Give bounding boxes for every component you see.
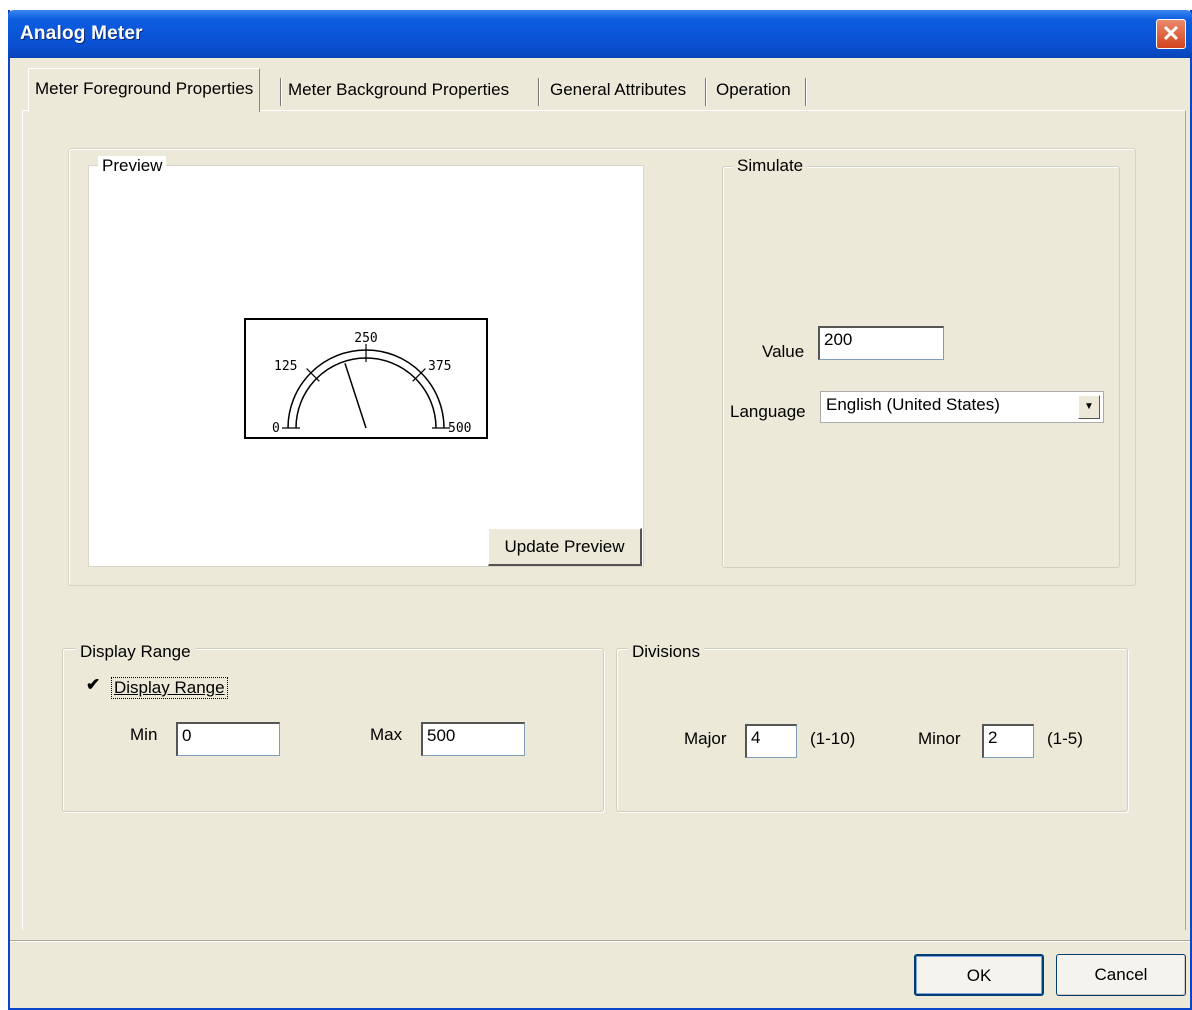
meter-gauge-svg: 0 125 250 375 500: [272, 331, 471, 436]
window-title: Analog Meter: [20, 23, 143, 44]
minor-input[interactable]: 2: [982, 724, 1034, 758]
cancel-button[interactable]: Cancel: [1056, 954, 1186, 996]
simulate-group: [722, 166, 1120, 568]
meter-tick-label: 500: [448, 421, 471, 436]
major-label: Major: [684, 729, 727, 748]
min-label: Min: [130, 725, 158, 744]
meter-tick-label: 125: [274, 359, 297, 374]
tab-separator: [705, 78, 706, 106]
meter-tick-label: 375: [428, 359, 451, 374]
bottom-separator: [10, 940, 1190, 942]
max-input[interactable]: 500: [421, 722, 525, 756]
close-icon[interactable]: ✕: [1156, 19, 1186, 49]
value-label: Value: [762, 342, 805, 361]
tab-separator: [805, 78, 806, 106]
language-select-value: English (United States): [826, 395, 1000, 414]
title-bar[interactable]: Analog Meter ✕: [8, 10, 1192, 58]
ok-button[interactable]: OK: [914, 954, 1044, 996]
major-range-hint: (1-10): [810, 729, 856, 748]
max-label: Max: [370, 725, 403, 744]
language-select[interactable]: English (United States) ▼: [820, 391, 1104, 423]
divisions-group-label: Divisions: [628, 642, 705, 662]
value-input[interactable]: 200: [818, 326, 944, 360]
tab-meter-background-properties[interactable]: Meter Background Properties: [282, 72, 515, 110]
update-preview-button[interactable]: Update Preview: [488, 528, 642, 566]
minor-label: Minor: [918, 729, 961, 748]
tab-operation[interactable]: Operation: [710, 72, 797, 110]
meter-inner-arc: [295, 357, 437, 429]
major-input[interactable]: 4: [745, 724, 797, 758]
tab-general-attributes[interactable]: General Attributes: [544, 72, 692, 110]
preview-group-label: Preview: [98, 156, 167, 176]
display-range-checkbox-label[interactable]: Display Range: [111, 677, 228, 699]
analog-meter-preview: 0 125 250 375 500: [244, 318, 488, 439]
chevron-down-icon[interactable]: ▼: [1078, 395, 1100, 419]
checkmark-icon[interactable]: ✔: [86, 676, 104, 695]
language-label: Language: [730, 402, 806, 421]
meter-tick-label: 250: [354, 331, 377, 346]
simulate-group-label: Simulate: [733, 156, 808, 176]
meter-needle: [344, 363, 367, 429]
meter-tick-label: 0: [272, 421, 280, 436]
tab-separator: [538, 78, 539, 106]
minor-range-hint: (1-5): [1047, 729, 1083, 748]
display-range-group-label: Display Range: [76, 642, 195, 662]
tab-meter-foreground-properties[interactable]: Meter Foreground Properties: [28, 68, 261, 112]
tab-separator: [280, 78, 281, 106]
min-input[interactable]: 0: [176, 722, 280, 756]
